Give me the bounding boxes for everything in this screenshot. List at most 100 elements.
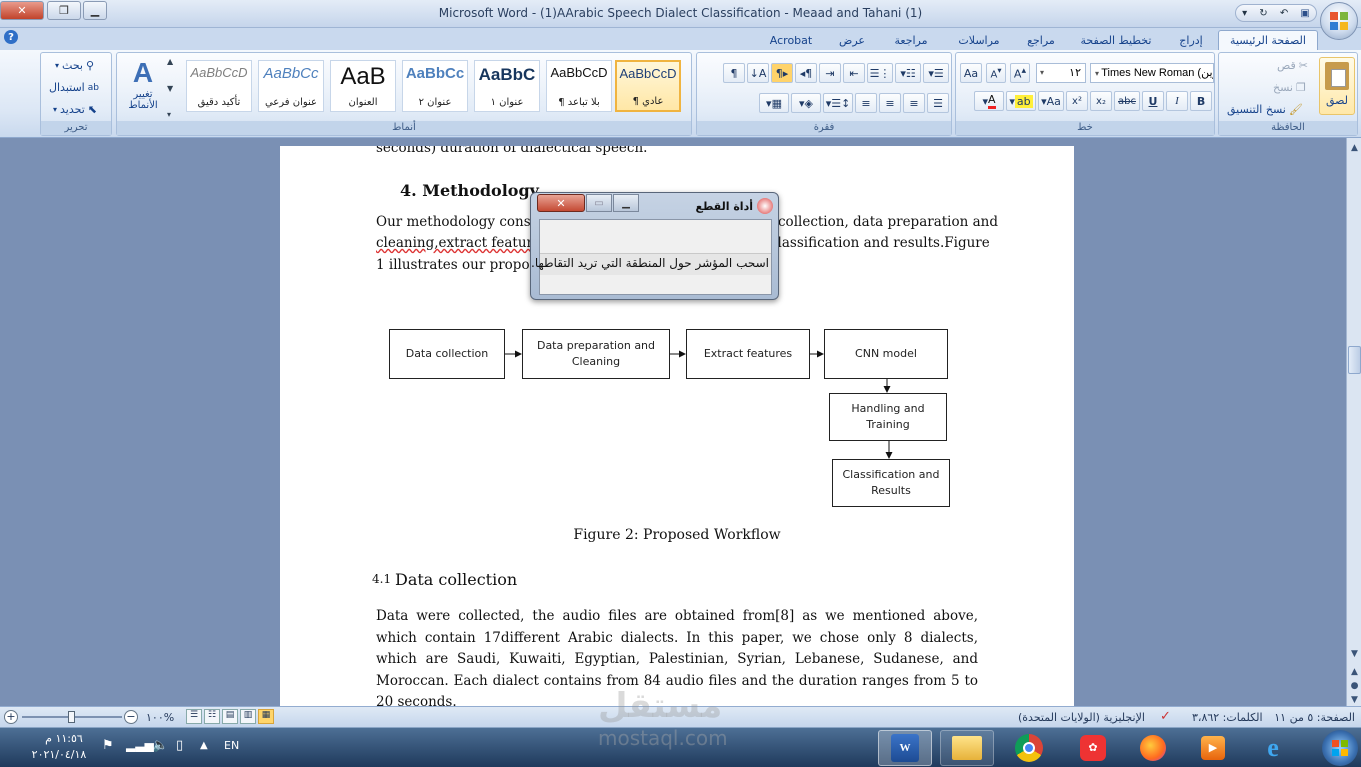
- tab-insert[interactable]: إدراج: [1168, 30, 1214, 50]
- shading-button[interactable]: ◈▾: [791, 93, 821, 113]
- tab-home[interactable]: الصفحة الرئيسية: [1218, 30, 1318, 50]
- tab-acrobat[interactable]: Acrobat: [764, 30, 818, 50]
- find-button[interactable]: ▾ بحث ⚲: [55, 59, 94, 72]
- app-taskbar-button[interactable]: ✿: [1066, 730, 1120, 766]
- subscript-button[interactable]: x₂: [1090, 91, 1112, 111]
- customize-qat-icon[interactable]: ▾: [1242, 8, 1247, 19]
- align-left-button[interactable]: ≡: [855, 93, 877, 113]
- ltr-button[interactable]: ▸¶: [771, 63, 793, 83]
- line-spacing-button[interactable]: ↕☰▾: [823, 93, 853, 113]
- zoom-level[interactable]: ١٠٠%: [146, 711, 174, 724]
- snip-minimize-button[interactable]: ▁: [613, 194, 639, 212]
- style-normal[interactable]: AaBbCcD ¶ عادي: [615, 60, 681, 112]
- replace-button[interactable]: استبدال ab: [49, 81, 99, 94]
- outline-view-icon[interactable]: ☷: [204, 709, 220, 724]
- underline-button[interactable]: U: [1142, 91, 1164, 111]
- style-subtitle[interactable]: AaBbCc عنوان فرعي: [258, 60, 324, 112]
- strikethrough-button[interactable]: abc: [1114, 91, 1140, 111]
- bullets-button[interactable]: ⋮☰: [867, 63, 893, 83]
- bold-button[interactable]: B: [1190, 91, 1212, 111]
- vertical-scrollbar[interactable]: ▲ ▼ ▲ ● ▼: [1346, 138, 1361, 706]
- clock-date[interactable]: ٢٠٢١/٠٤/١٨: [26, 748, 92, 761]
- start-button[interactable]: [1322, 730, 1358, 766]
- browse-object-icon[interactable]: ●: [1348, 678, 1361, 693]
- snipping-tool-dialog[interactable]: أداة القطع ✕ ▭ ▁ اسحب المؤشر حول المنطقة…: [530, 192, 779, 300]
- draft-view-icon[interactable]: ☰: [186, 709, 202, 724]
- word-count[interactable]: الكلمات: ٣،٨٦٢: [1192, 711, 1263, 724]
- restore-button[interactable]: ❐: [47, 1, 81, 20]
- scroll-down-icon[interactable]: ▼: [167, 84, 179, 93]
- style-title[interactable]: AaB العنوان: [330, 60, 396, 112]
- snip-close-button[interactable]: ✕: [537, 194, 585, 212]
- multilevel-list-button[interactable]: ☰▾: [923, 63, 949, 83]
- save-icon[interactable]: ▣: [1300, 8, 1309, 19]
- volume-icon[interactable]: 🔈: [152, 738, 168, 753]
- cut-button[interactable]: قص ✂: [1277, 59, 1308, 72]
- change-case-button[interactable]: Aa▾: [1038, 91, 1064, 111]
- zoom-slider-thumb[interactable]: [68, 711, 75, 723]
- font-name-combobox[interactable]: ▾ Times New Roman (عناوين: [1090, 63, 1214, 83]
- format-painter-button[interactable]: نسخ التنسيق 🖌: [1227, 103, 1303, 116]
- font-size-combobox[interactable]: ▾ ١٢: [1036, 63, 1086, 83]
- styles-gallery-scroll[interactable]: ▲ ▼ ▾: [167, 57, 179, 119]
- word-taskbar-button[interactable]: W: [878, 730, 932, 766]
- full-screen-reading-icon[interactable]: ▥: [240, 709, 256, 724]
- media-player-taskbar-button[interactable]: ▶: [1186, 730, 1240, 766]
- style-no-spacing[interactable]: AaBbCcD ¶ بلا تباعد: [546, 60, 612, 112]
- grow-font-button[interactable]: A▴: [1010, 63, 1030, 83]
- tab-view[interactable]: عرض: [832, 30, 872, 50]
- close-button[interactable]: ✕: [0, 1, 44, 20]
- scroll-down-arrow-icon[interactable]: ▼: [1348, 646, 1361, 661]
- copy-button[interactable]: نسخ ❐: [1273, 81, 1306, 94]
- tab-mailings[interactable]: مراسلات: [948, 30, 1010, 50]
- align-right-button[interactable]: ≡: [903, 93, 925, 113]
- more-styles-icon[interactable]: ▾: [167, 110, 179, 119]
- proofing-icon[interactable]: ✓: [1160, 709, 1171, 724]
- scroll-up-arrow-icon[interactable]: ▲: [1348, 140, 1361, 155]
- style-subtle-emphasis[interactable]: AaBbCcD تأكيد دقيق: [186, 60, 252, 112]
- style-heading-2[interactable]: AaBbCc عنوان ٢: [402, 60, 468, 112]
- change-styles-button[interactable]: A تغيير الأنماط: [121, 57, 165, 119]
- help-icon[interactable]: ?: [4, 30, 18, 44]
- action-center-flag-icon[interactable]: ⚑: [102, 738, 114, 753]
- battery-icon[interactable]: ▯: [176, 738, 183, 753]
- superscript-button[interactable]: x²: [1066, 91, 1088, 111]
- print-layout-icon[interactable]: ▦: [258, 709, 274, 724]
- web-layout-icon[interactable]: ▤: [222, 709, 238, 724]
- page-count[interactable]: الصفحة: ٥ من ١١: [1274, 711, 1355, 724]
- undo-icon[interactable]: ↶: [1280, 8, 1288, 19]
- zoom-in-icon[interactable]: +: [4, 710, 18, 724]
- prev-page-icon[interactable]: ▲: [1348, 664, 1361, 679]
- explorer-taskbar-button[interactable]: [940, 730, 994, 766]
- input-language[interactable]: EN: [224, 739, 239, 752]
- next-page-icon[interactable]: ▼: [1348, 692, 1361, 707]
- office-button[interactable]: [1320, 2, 1358, 40]
- show-marks-button[interactable]: ¶: [723, 63, 745, 83]
- redo-icon[interactable]: ↻: [1259, 8, 1267, 19]
- tab-page-layout[interactable]: تخطيط الصفحة: [1074, 30, 1158, 50]
- network-icon[interactable]: ▂▃▅: [126, 738, 154, 752]
- italic-button[interactable]: I: [1166, 91, 1188, 111]
- select-button[interactable]: ▾ تحديد ⬉: [53, 103, 97, 116]
- firefox-taskbar-button[interactable]: [1126, 730, 1180, 766]
- scroll-thumb[interactable]: [1348, 346, 1361, 374]
- justify-button[interactable]: ☰: [927, 93, 949, 113]
- numbering-button[interactable]: ☷▾: [895, 63, 921, 83]
- tab-review[interactable]: مراجعة: [884, 30, 938, 50]
- sort-button[interactable]: A↓: [747, 63, 769, 83]
- font-color-button[interactable]: A ▾: [974, 91, 1004, 111]
- clear-formatting-button[interactable]: Aa: [960, 63, 982, 83]
- style-heading-1[interactable]: AaBbC عنوان ١: [474, 60, 540, 112]
- clock-time[interactable]: ١١:٥٦ م: [36, 732, 92, 745]
- borders-button[interactable]: ▦▾: [759, 93, 789, 113]
- decrease-indent-button[interactable]: ⇤: [843, 63, 865, 83]
- ie-taskbar-button[interactable]: e: [1246, 730, 1300, 766]
- minimize-button[interactable]: ▁: [83, 1, 107, 20]
- shrink-font-button[interactable]: A▾: [986, 63, 1006, 83]
- paste-button[interactable]: لصق: [1319, 57, 1355, 115]
- tab-references[interactable]: مراجع: [1018, 30, 1064, 50]
- increase-indent-button[interactable]: ⇥: [819, 63, 841, 83]
- rtl-button[interactable]: ¶◂: [795, 63, 817, 83]
- zoom-out-icon[interactable]: −: [124, 710, 138, 724]
- highlight-button[interactable]: ab ▾: [1006, 91, 1036, 111]
